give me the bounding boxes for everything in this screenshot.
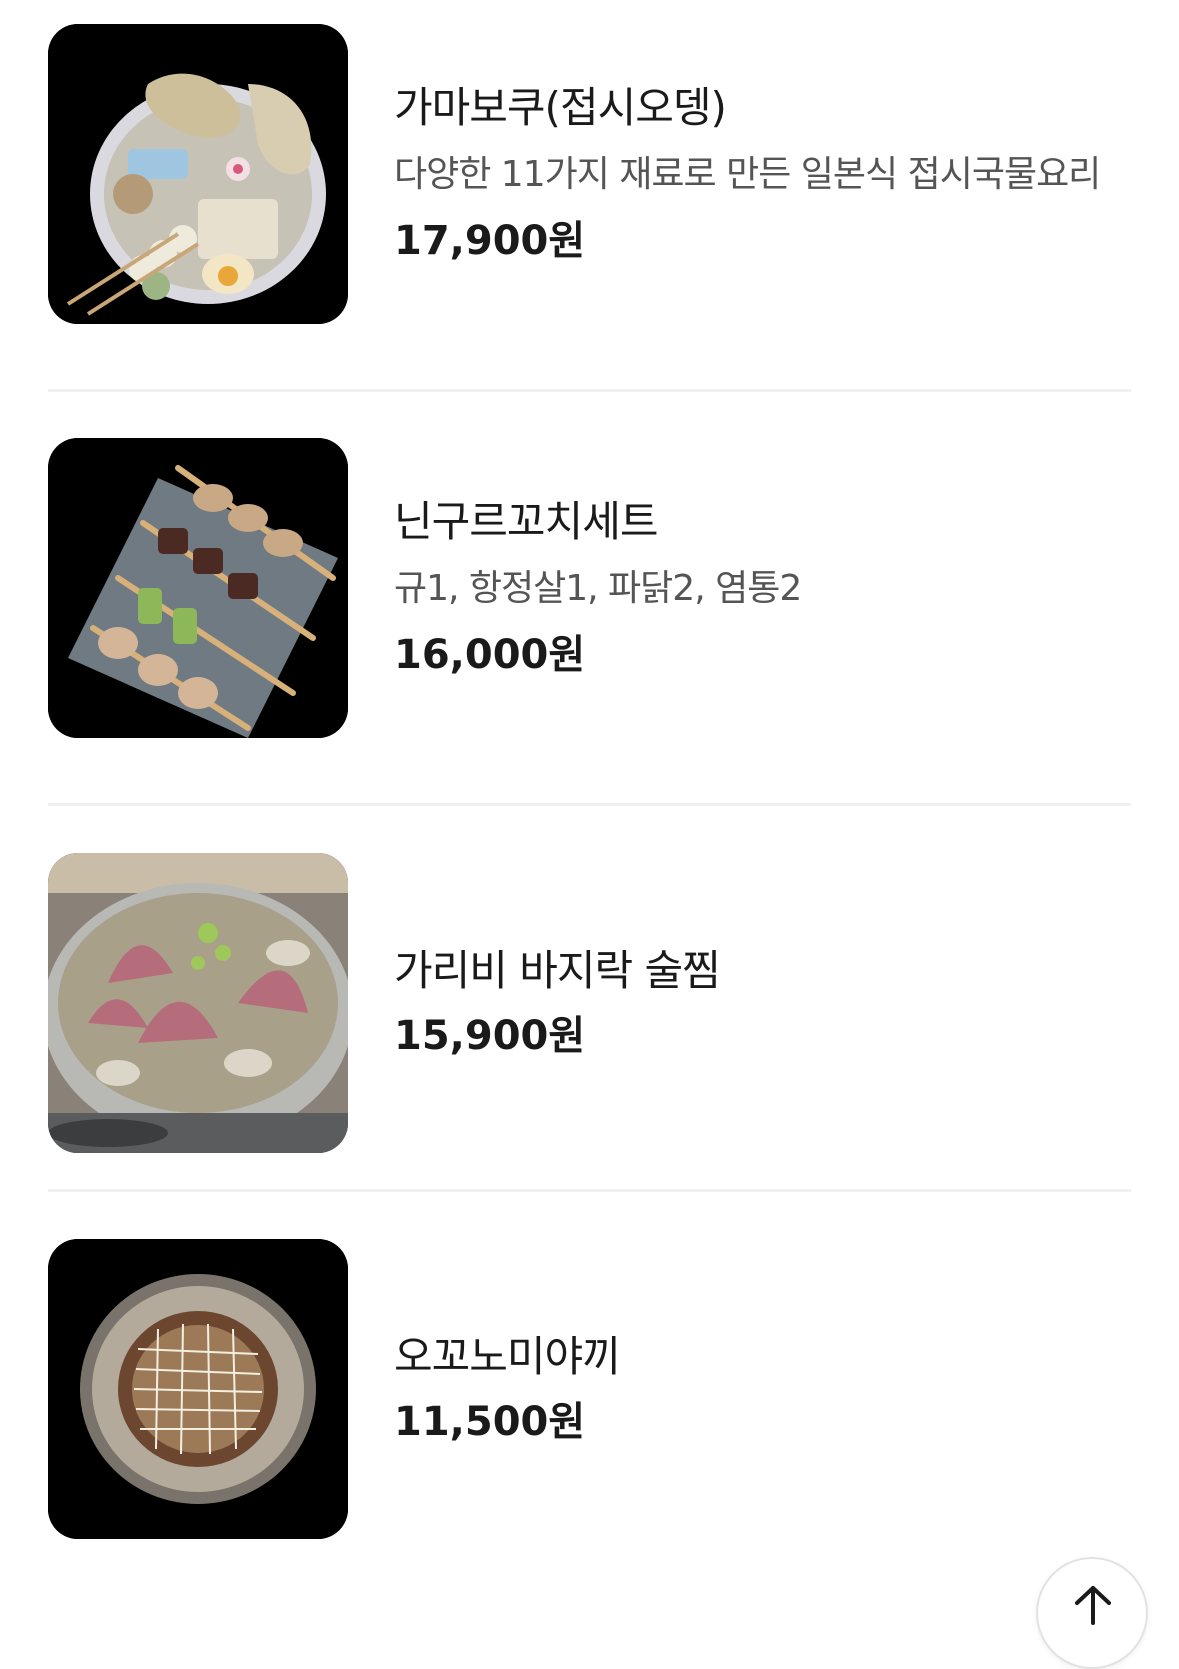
divider: [48, 389, 1131, 392]
menu-item[interactable]: 가리비 바지락 술찜 15,900원: [48, 853, 1131, 1153]
menu-item[interactable]: 닌구르꼬치세트 규1, 항정살1, 파닭2, 염통2 16,000원: [48, 438, 1131, 738]
menu-item-name: 가마보쿠(접시오뎅): [394, 83, 727, 132]
menu-item-name: 오꼬노미야끼: [394, 1332, 621, 1381]
menu-item-price: 16,000원: [394, 632, 586, 678]
menu-item[interactable]: 오꼬노미야끼 11,500원: [48, 1239, 1131, 1539]
menu-item-info: 닌구르꼬치세트 규1, 항정살1, 파닭2, 염통2 16,000원: [394, 438, 1114, 738]
menu-item-name: 닌구르꼬치세트: [394, 497, 658, 546]
scroll-to-top-button[interactable]: [1036, 1557, 1148, 1669]
menu-item-price: 15,900원: [394, 1013, 586, 1059]
menu-item-image: [48, 853, 348, 1153]
menu-item[interactable]: 가마보쿠(접시오뎅) 다양한 11가지 재료로 만든 일본식 접시국물요리 17…: [48, 24, 1131, 324]
menu-item-price: 11,500원: [394, 1399, 586, 1445]
skewer-set-image: [48, 438, 348, 738]
menu-item-image: [48, 1239, 348, 1539]
menu-item-image: [48, 438, 348, 738]
menu-item-image: [48, 24, 348, 324]
scallop-clam-pot-image: [48, 853, 348, 1153]
menu-item-info: 오꼬노미야끼 11,500원: [394, 1239, 1114, 1539]
oden-plate-image: [48, 24, 348, 324]
divider: [48, 803, 1131, 806]
arrow-up-icon: [1075, 1586, 1111, 1625]
menu-item-name: 가리비 바지락 술찜: [394, 946, 721, 995]
menu-item-info: 가마보쿠(접시오뎅) 다양한 11가지 재료로 만든 일본식 접시국물요리 17…: [394, 24, 1114, 324]
okonomiyaki-image: [48, 1239, 348, 1539]
menu-item-description: 규1, 항정살1, 파닭2, 염통2: [394, 568, 802, 609]
divider: [48, 1189, 1131, 1192]
menu-item-info: 가리비 바지락 술찜 15,900원: [394, 853, 1114, 1153]
menu-item-price: 17,900원: [394, 218, 586, 264]
menu-item-description: 다양한 11가지 재료로 만든 일본식 접시국물요리: [394, 154, 1101, 195]
